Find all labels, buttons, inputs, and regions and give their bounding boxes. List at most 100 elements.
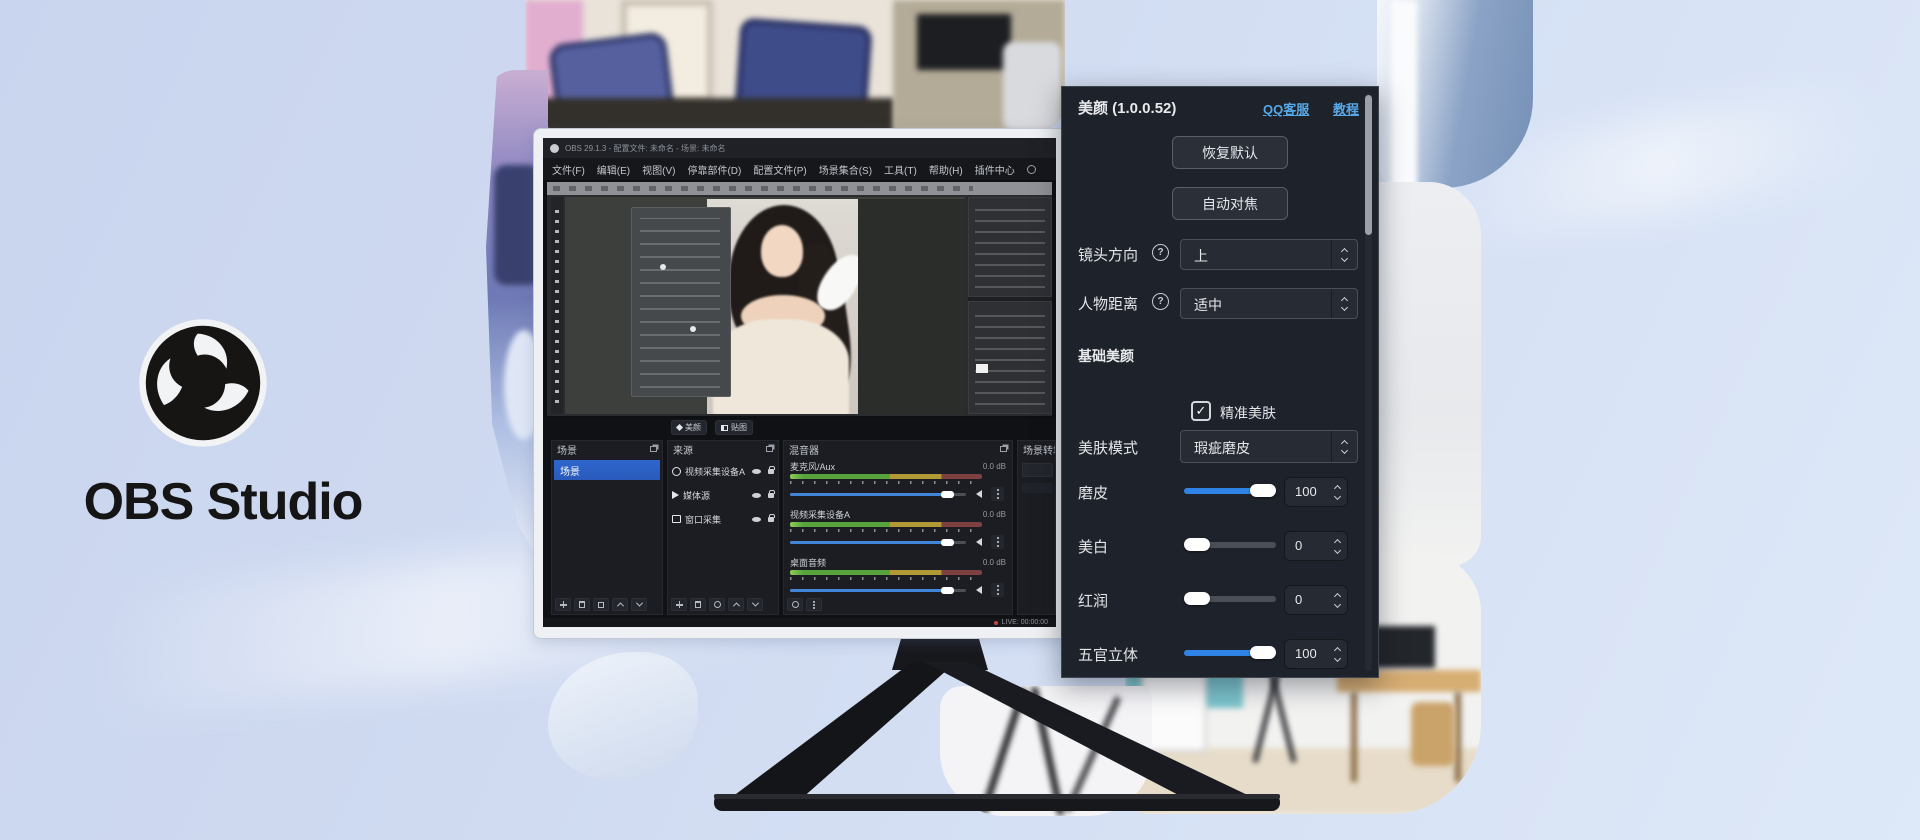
camera-source-icon: [672, 467, 681, 476]
speaker-icon[interactable]: [976, 490, 982, 498]
sources-dock: 来源 视频采集设备A 媒体源 窗口采集: [667, 440, 779, 615]
lock-icon[interactable]: [768, 469, 774, 474]
help-icon[interactable]: ?: [1152, 293, 1169, 310]
beauty-quick-button[interactable]: 美颜: [671, 420, 707, 435]
popout-icon[interactable]: [650, 446, 657, 452]
channel-options-button[interactable]: [991, 535, 1004, 549]
mixer-toolbar: [787, 598, 822, 611]
auto-focus-button[interactable]: 自动对焦: [1172, 187, 1288, 220]
add-source-button[interactable]: [671, 598, 687, 611]
source-row[interactable]: 窗口采集: [672, 509, 774, 529]
restore-default-button[interactable]: 恢复默认: [1172, 136, 1288, 169]
skin-mode-dropdown[interactable]: 瑕疵磨皮: [1180, 430, 1358, 463]
source-up-button[interactable]: [728, 598, 744, 611]
spinner-arrows-icon[interactable]: [1335, 586, 1340, 614]
channel-name: 麦克风/Aux: [790, 460, 835, 473]
source-down-button[interactable]: [747, 598, 763, 611]
menu-file[interactable]: 文件(F): [552, 162, 585, 177]
volume-slider-handle[interactable]: [941, 539, 954, 546]
channel-options-button[interactable]: [991, 487, 1004, 501]
scenes-dock-title: 场景: [557, 442, 577, 457]
slider-handle[interactable]: [1250, 484, 1276, 497]
smoothing-slider[interactable]: [1184, 488, 1276, 494]
source-row[interactable]: 媒体源: [672, 485, 774, 505]
panel-row-lines: [975, 206, 1045, 288]
add-scene-button[interactable]: [555, 598, 571, 611]
camera-direction-dropdown[interactable]: 上: [1180, 239, 1358, 270]
scene-filters-button[interactable]: [593, 598, 609, 611]
precise-skin-checkbox[interactable]: ✓: [1191, 401, 1211, 421]
source-properties-button[interactable]: [709, 598, 725, 611]
facial-3d-value: 100: [1295, 646, 1317, 661]
menu-profile[interactable]: 配置文件(P): [753, 162, 806, 177]
sticker-quick-button[interactable]: 贴图: [715, 420, 753, 435]
scene-down-button[interactable]: [631, 598, 647, 611]
mixer-config-button[interactable]: [787, 598, 803, 611]
rosy-spinbox[interactable]: 0: [1284, 585, 1348, 615]
scenes-dock-header: 场景: [552, 441, 662, 457]
slider-handle[interactable]: [1184, 592, 1210, 605]
remove-source-button[interactable]: [690, 598, 706, 611]
remove-scene-button[interactable]: [574, 598, 590, 611]
whitening-slider[interactable]: [1184, 542, 1276, 548]
menu-help[interactable]: 帮助(H): [929, 162, 963, 177]
monitor-on-desk-shape: [1373, 626, 1435, 668]
skin-mode-label: 美肤模式: [1078, 437, 1138, 458]
popout-icon[interactable]: [766, 446, 773, 452]
beauty-panel: 美颜 (1.0.0.52) QQ客服 教程 恢复默认 自动对焦 镜头方向 ? 上…: [1061, 86, 1379, 678]
face-shape: [761, 225, 803, 277]
spinner-arrows-icon[interactable]: [1335, 478, 1340, 506]
speaker-icon[interactable]: [976, 538, 982, 546]
menu-docks[interactable]: 停靠部件(D): [687, 162, 741, 177]
mixer-advanced-button[interactable]: [806, 598, 822, 611]
menu-edit[interactable]: 编辑(E): [597, 162, 630, 177]
source-row[interactable]: 视频采集设备A: [672, 461, 774, 481]
rosy-slider[interactable]: [1184, 596, 1276, 602]
volume-slider-handle[interactable]: [941, 587, 954, 594]
panel-scrollbar-thumb[interactable]: [1365, 95, 1372, 235]
white-chair-shape: [1003, 42, 1061, 130]
popout-icon[interactable]: [1000, 446, 1007, 452]
obs-preview-area[interactable]: [543, 180, 1056, 418]
slider-handle[interactable]: [1250, 646, 1276, 659]
slider-handle[interactable]: [1184, 538, 1210, 551]
smoothing-spinbox[interactable]: 100: [1284, 477, 1348, 507]
help-icon[interactable]: ?: [1152, 244, 1169, 261]
person-distance-label: 人物距离: [1078, 293, 1138, 314]
smoothing-label: 磨皮: [1078, 482, 1108, 503]
menu-tools[interactable]: 工具(T): [884, 162, 917, 177]
live-indicator-dot: [994, 621, 998, 625]
smoothing-value: 100: [1295, 484, 1317, 499]
facial-3d-slider[interactable]: [1184, 650, 1276, 656]
visibility-eye-icon[interactable]: [752, 469, 761, 474]
spinner-arrows-icon[interactable]: [1335, 532, 1340, 560]
channel-options-button[interactable]: [991, 583, 1004, 597]
facial-3d-spinbox[interactable]: 100: [1284, 639, 1348, 669]
volume-slider[interactable]: [790, 589, 966, 592]
speaker-icon[interactable]: [976, 586, 982, 594]
sources-dock-title: 来源: [673, 442, 693, 457]
menu-plugin-center[interactable]: 插件中心: [975, 162, 1015, 177]
menu-view[interactable]: 视图(V): [642, 162, 675, 177]
spinner-arrows-icon[interactable]: [1335, 640, 1340, 668]
volume-slider[interactable]: [790, 493, 966, 496]
transition-combo[interactable]: [1022, 463, 1053, 477]
scene-up-button[interactable]: [612, 598, 628, 611]
obs-statusbar: LIVE: 00:00:00: [543, 618, 1056, 627]
ps-canvas: [565, 197, 965, 414]
visibility-eye-icon[interactable]: [752, 517, 761, 522]
volume-slider-handle[interactable]: [941, 491, 954, 498]
lock-icon[interactable]: [768, 493, 774, 498]
tv-shape: [917, 14, 1011, 70]
sources-toolbar: [671, 598, 763, 611]
person-distance-dropdown[interactable]: 适中: [1180, 288, 1358, 319]
tutorial-link[interactable]: 教程: [1333, 99, 1359, 118]
menu-scene-collection[interactable]: 场景集合(S): [819, 162, 872, 177]
lock-icon[interactable]: [768, 517, 774, 522]
meter-ticks: [790, 577, 982, 580]
visibility-eye-icon[interactable]: [752, 493, 761, 498]
whitening-spinbox[interactable]: 0: [1284, 531, 1348, 561]
qq-support-link[interactable]: QQ客服: [1263, 99, 1309, 118]
volume-slider[interactable]: [790, 541, 966, 544]
scene-list-item-selected[interactable]: 场景: [554, 460, 660, 480]
